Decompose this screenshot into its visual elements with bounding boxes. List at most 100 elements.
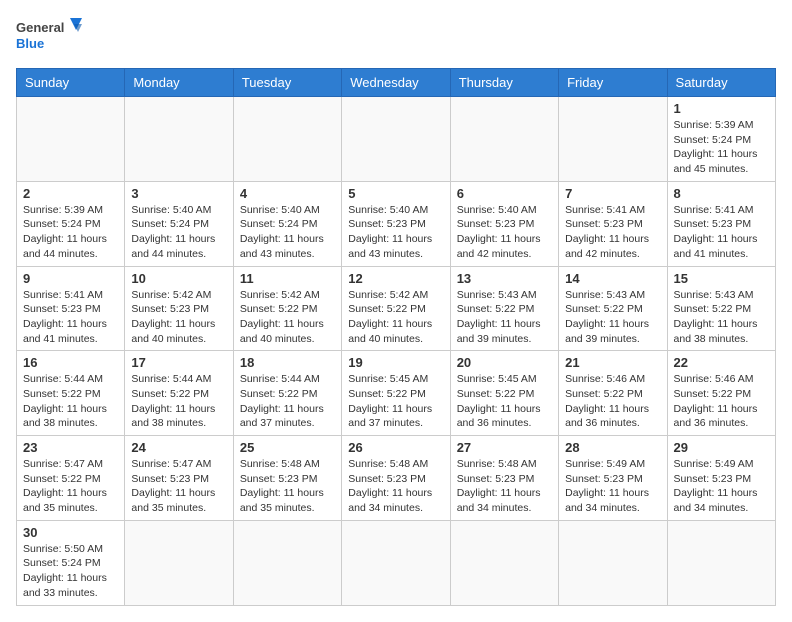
day-number: 29 (674, 440, 769, 455)
calendar-day-cell (450, 520, 558, 605)
day-number: 1 (674, 101, 769, 116)
day-info: Sunrise: 5:41 AMSunset: 5:23 PMDaylight:… (565, 203, 660, 262)
calendar-day-cell: 13 Sunrise: 5:43 AMSunset: 5:22 PMDayligh… (450, 266, 558, 351)
calendar-day-cell: 24 Sunrise: 5:47 AMSunset: 5:23 PMDayligh… (125, 436, 233, 521)
calendar-day-cell: 1 Sunrise: 5:39 AMSunset: 5:24 PMDaylight… (667, 97, 775, 182)
day-number: 27 (457, 440, 552, 455)
calendar-day-cell: 10 Sunrise: 5:42 AMSunset: 5:23 PMDayligh… (125, 266, 233, 351)
day-info: Sunrise: 5:41 AMSunset: 5:23 PMDaylight:… (674, 203, 769, 262)
day-info: Sunrise: 5:47 AMSunset: 5:23 PMDaylight:… (131, 457, 226, 516)
day-number: 19 (348, 355, 443, 370)
day-number: 17 (131, 355, 226, 370)
calendar-body: 1 Sunrise: 5:39 AMSunset: 5:24 PMDaylight… (17, 97, 776, 606)
weekday-header-cell: Sunday (17, 69, 125, 97)
day-info: Sunrise: 5:42 AMSunset: 5:23 PMDaylight:… (131, 288, 226, 347)
calendar-day-cell (233, 97, 341, 182)
day-number: 25 (240, 440, 335, 455)
day-info: Sunrise: 5:40 AMSunset: 5:24 PMDaylight:… (240, 203, 335, 262)
day-info: Sunrise: 5:49 AMSunset: 5:23 PMDaylight:… (565, 457, 660, 516)
day-number: 7 (565, 186, 660, 201)
day-info: Sunrise: 5:42 AMSunset: 5:22 PMDaylight:… (348, 288, 443, 347)
day-info: Sunrise: 5:43 AMSunset: 5:22 PMDaylight:… (565, 288, 660, 347)
day-number: 8 (674, 186, 769, 201)
calendar-day-cell: 22 Sunrise: 5:46 AMSunset: 5:22 PMDayligh… (667, 351, 775, 436)
day-number: 24 (131, 440, 226, 455)
calendar-day-cell: 8 Sunrise: 5:41 AMSunset: 5:23 PMDaylight… (667, 181, 775, 266)
calendar-week-row: 9 Sunrise: 5:41 AMSunset: 5:23 PMDaylight… (17, 266, 776, 351)
calendar-day-cell (667, 520, 775, 605)
calendar-day-cell (342, 97, 450, 182)
calendar-week-row: 30 Sunrise: 5:50 AMSunset: 5:24 PMDayligh… (17, 520, 776, 605)
calendar-day-cell (559, 520, 667, 605)
calendar-day-cell: 15 Sunrise: 5:43 AMSunset: 5:22 PMDayligh… (667, 266, 775, 351)
svg-text:Blue: Blue (16, 36, 44, 51)
day-number: 28 (565, 440, 660, 455)
day-number: 13 (457, 271, 552, 286)
day-number: 11 (240, 271, 335, 286)
weekday-header-cell: Tuesday (233, 69, 341, 97)
generalblue-logo: General Blue (16, 16, 86, 58)
calendar-day-cell: 18 Sunrise: 5:44 AMSunset: 5:22 PMDayligh… (233, 351, 341, 436)
weekday-header-cell: Thursday (450, 69, 558, 97)
page-header: General Blue (16, 16, 776, 58)
calendar-day-cell (233, 520, 341, 605)
day-info: Sunrise: 5:46 AMSunset: 5:22 PMDaylight:… (565, 372, 660, 431)
day-info: Sunrise: 5:41 AMSunset: 5:23 PMDaylight:… (23, 288, 118, 347)
calendar-day-cell: 16Sunrise: 5:44 AMSunset: 5:22 PMDayligh… (17, 351, 125, 436)
day-info: Sunrise: 5:45 AMSunset: 5:22 PMDaylight:… (457, 372, 552, 431)
svg-text:General: General (16, 20, 64, 35)
day-info: Sunrise: 5:43 AMSunset: 5:22 PMDaylight:… (457, 288, 552, 347)
day-number: 3 (131, 186, 226, 201)
calendar-day-cell: 6 Sunrise: 5:40 AMSunset: 5:23 PMDaylight… (450, 181, 558, 266)
calendar-day-cell (450, 97, 558, 182)
calendar-day-cell: 27 Sunrise: 5:48 AMSunset: 5:23 PMDayligh… (450, 436, 558, 521)
day-number: 22 (674, 355, 769, 370)
day-info: Sunrise: 5:43 AMSunset: 5:22 PMDaylight:… (674, 288, 769, 347)
day-info: Sunrise: 5:39 AMSunset: 5:24 PMDaylight:… (674, 118, 769, 177)
day-info: Sunrise: 5:48 AMSunset: 5:23 PMDaylight:… (240, 457, 335, 516)
day-number: 6 (457, 186, 552, 201)
calendar-day-cell: 3Sunrise: 5:40 AMSunset: 5:24 PMDaylight… (125, 181, 233, 266)
day-info: Sunrise: 5:44 AMSunset: 5:22 PMDaylight:… (240, 372, 335, 431)
logo: General Blue (16, 16, 86, 58)
day-info: Sunrise: 5:39 AMSunset: 5:24 PMDaylight:… (23, 203, 118, 262)
day-number: 12 (348, 271, 443, 286)
calendar-day-cell: 21 Sunrise: 5:46 AMSunset: 5:22 PMDayligh… (559, 351, 667, 436)
day-number: 15 (674, 271, 769, 286)
day-info: Sunrise: 5:44 AMSunset: 5:22 PMDaylight:… (131, 372, 226, 431)
day-number: 18 (240, 355, 335, 370)
day-number: 9 (23, 271, 118, 286)
calendar-day-cell: 7 Sunrise: 5:41 AMSunset: 5:23 PMDaylight… (559, 181, 667, 266)
day-number: 30 (23, 525, 118, 540)
day-info: Sunrise: 5:40 AMSunset: 5:23 PMDaylight:… (348, 203, 443, 262)
calendar-day-cell: 28 Sunrise: 5:49 AMSunset: 5:23 PMDayligh… (559, 436, 667, 521)
calendar-day-cell: 20Sunrise: 5:45 AMSunset: 5:22 PMDayligh… (450, 351, 558, 436)
day-number: 21 (565, 355, 660, 370)
day-number: 4 (240, 186, 335, 201)
calendar-day-cell (125, 97, 233, 182)
calendar-day-cell: 25 Sunrise: 5:48 AMSunset: 5:23 PMDayligh… (233, 436, 341, 521)
calendar-day-cell (125, 520, 233, 605)
day-number: 5 (348, 186, 443, 201)
calendar-day-cell: 19 Sunrise: 5:45 AMSunset: 5:22 PMDayligh… (342, 351, 450, 436)
calendar-day-cell: 30 Sunrise: 5:50 AMSunset: 5:24 PMDayligh… (17, 520, 125, 605)
day-info: Sunrise: 5:48 AMSunset: 5:23 PMDaylight:… (457, 457, 552, 516)
day-number: 23 (23, 440, 118, 455)
calendar-day-cell: 9 Sunrise: 5:41 AMSunset: 5:23 PMDaylight… (17, 266, 125, 351)
day-info: Sunrise: 5:45 AMSunset: 5:22 PMDaylight:… (348, 372, 443, 431)
day-info: Sunrise: 5:46 AMSunset: 5:22 PMDaylight:… (674, 372, 769, 431)
day-info: Sunrise: 5:47 AMSunset: 5:22 PMDaylight:… (23, 457, 118, 516)
day-info: Sunrise: 5:42 AMSunset: 5:22 PMDaylight:… (240, 288, 335, 347)
calendar-week-row: 1 Sunrise: 5:39 AMSunset: 5:24 PMDaylight… (17, 97, 776, 182)
calendar-day-cell (17, 97, 125, 182)
calendar-week-row: 23 Sunrise: 5:47 AMSunset: 5:22 PMDayligh… (17, 436, 776, 521)
day-info: Sunrise: 5:49 AMSunset: 5:23 PMDaylight:… (674, 457, 769, 516)
calendar-day-cell: 12 Sunrise: 5:42 AMSunset: 5:22 PMDayligh… (342, 266, 450, 351)
calendar-day-cell (342, 520, 450, 605)
day-number: 10 (131, 271, 226, 286)
day-number: 2 (23, 186, 118, 201)
weekday-header-cell: Wednesday (342, 69, 450, 97)
calendar-day-cell: 14Sunrise: 5:43 AMSunset: 5:22 PMDayligh… (559, 266, 667, 351)
day-info: Sunrise: 5:40 AMSunset: 5:23 PMDaylight:… (457, 203, 552, 262)
day-info: Sunrise: 5:50 AMSunset: 5:24 PMDaylight:… (23, 542, 118, 601)
